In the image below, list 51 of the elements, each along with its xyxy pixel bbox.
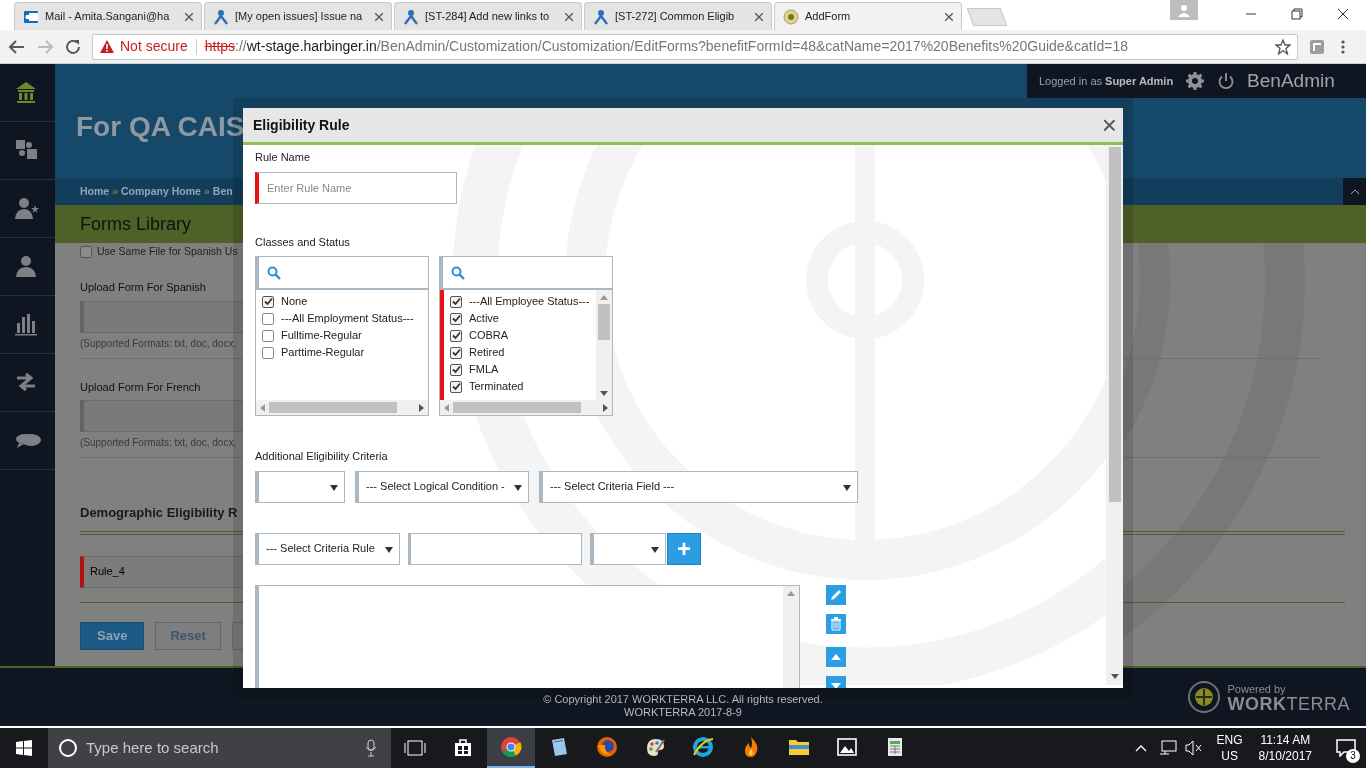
section-heading: Demographic Eligibility R xyxy=(80,504,238,522)
field-label: Additional Eligibility Criteria xyxy=(255,449,389,464)
checkbox-label: Parttime-Regular xyxy=(281,345,365,361)
close-button[interactable]: × xyxy=(1099,112,1119,138)
checkbox-label: COBRA xyxy=(469,328,509,344)
breadcrumb-link[interactable]: Company Home xyxy=(121,183,201,200)
checkbox-label: Fulltime-Regular xyxy=(281,328,362,344)
browser-tab[interactable]: Mail - Amita.Sangani@ha xyxy=(14,2,202,30)
breadcrumb-separator: » xyxy=(112,183,119,199)
field-label: Classes and Status xyxy=(255,234,351,250)
page-title: For QA CAIS xyxy=(76,110,245,144)
checkbox-label: Use Same File for Spanish Us xyxy=(97,244,238,260)
url-text: https://wt-stage.harbinger.in/BenAdmin/Customization/Customization/EditForms?benefitFormId=48&catName=2017%20Benefits%20Guide&catId=18 xyxy=(204,37,1129,56)
notifications-button[interactable]: 3 xyxy=(1326,728,1366,768)
browser-tab[interactable]: AddForm xyxy=(774,2,962,30)
format-hint: (Supported Formats: txt, doc, docx, xyxy=(80,436,237,450)
address-bar[interactable]: Not secure https://wt-stage.harbinger.in/BenAdmin/Customization/Customization/EditForms?benefitFormId=48&catName=2017%20Benefits%20Guide&catId=18 xyxy=(92,33,1298,60)
browser-tab[interactable]: [ST-272] Common Eligib xyxy=(584,2,772,30)
dropdown[interactable]: --- Select Logical Condition - xyxy=(355,470,529,503)
breadcrumb-link[interactable]: Home xyxy=(80,183,110,200)
brand-name: BenAdmin xyxy=(1247,68,1335,93)
checkbox-label: ---All Employee Status--- xyxy=(469,294,590,310)
dialog-title: Eligibility Rule xyxy=(253,115,350,135)
powered-by-text: Powered by xyxy=(1227,682,1287,697)
checkbox-label: FMLA xyxy=(469,362,499,378)
checkbox-label: None xyxy=(281,294,308,310)
breadcrumb-separator: » xyxy=(203,183,210,199)
clock[interactable]: 11:14 AM 8/10/2017 xyxy=(1258,732,1312,764)
copyright-text: © Copyright 2017 WORKTERRA LLC. All rights reserved. xyxy=(543,693,823,706)
search-field[interactable]: Type here to search xyxy=(48,728,391,768)
field-label: Upload Form For French xyxy=(80,379,201,395)
checkbox-label: Active xyxy=(469,311,499,327)
field-label: Upload Form For Spanish xyxy=(80,280,206,295)
brand-logo-text: WORKTERRA xyxy=(1227,697,1350,712)
section-title: Forms Library xyxy=(80,212,191,236)
notification-count: 3 xyxy=(1346,749,1360,763)
rule-name-field[interactable]: Enter Rule Name xyxy=(255,171,457,204)
login-status: Logged in as Super Admin xyxy=(1039,73,1174,89)
breadcrumb-link[interactable]: Ben xyxy=(212,183,233,200)
checkbox-label: Terminated xyxy=(469,379,524,395)
field-label: Rule Name xyxy=(255,150,312,165)
language-indicator[interactable]: ENG US xyxy=(1216,732,1243,764)
format-hint: (Supported Formats: txt, doc, docx, xyxy=(80,336,237,351)
security-status: Not secure xyxy=(120,37,188,56)
dropdown[interactable]: --- Select Criteria Field --- xyxy=(539,470,858,503)
browser-tab[interactable]: [My open issues] Issue na xyxy=(204,2,392,30)
dropdown[interactable]: --- Select Criteria Rule xyxy=(255,532,400,565)
checkbox-label: Retired xyxy=(469,345,505,361)
checkbox-label: ---All Employment Status--- xyxy=(281,311,414,327)
browser-tab[interactable]: [ST-284] Add new links to xyxy=(394,2,582,30)
version-text: WORKTERRA 2017-8-9 xyxy=(624,706,742,719)
